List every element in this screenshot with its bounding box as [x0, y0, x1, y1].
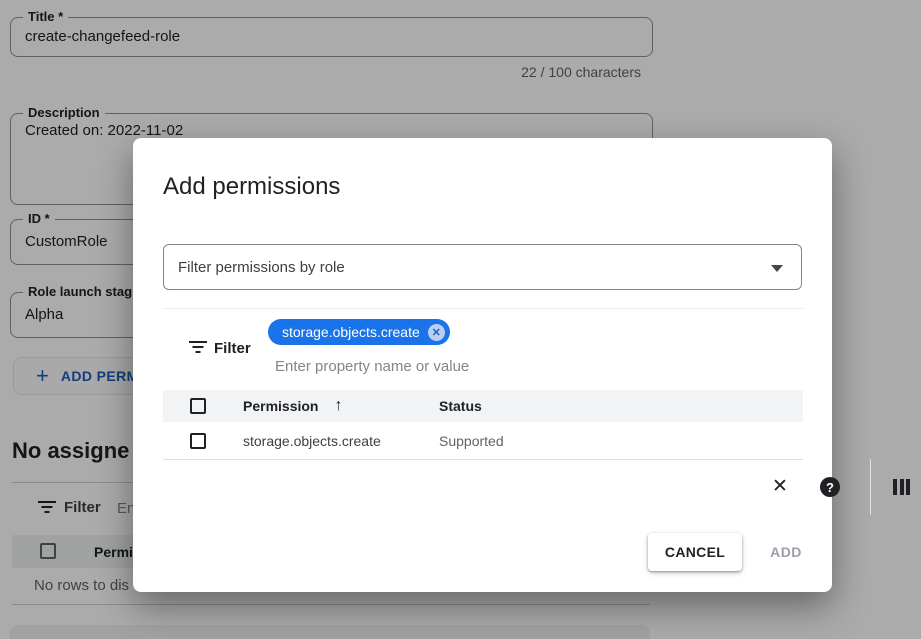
role-select-value: Filter permissions by role — [178, 259, 345, 276]
modal-filter-label: Filter — [214, 340, 251, 357]
row-checkbox[interactable] — [190, 433, 206, 449]
chevron-down-icon — [771, 265, 783, 272]
dialog-title: Add permissions — [163, 173, 340, 201]
cancel-button[interactable]: CANCEL — [648, 533, 742, 571]
chip-remove-icon[interactable]: ✕ — [428, 324, 445, 341]
filter-chip-label: storage.objects.create — [282, 324, 420, 340]
clear-filters-icon[interactable]: ✕ — [769, 475, 791, 497]
column-display-options-icon[interactable] — [893, 479, 910, 495]
permission-column-label: Permission — [243, 398, 318, 414]
divider — [870, 459, 871, 515]
permissions-table-header: Permission ↑ Status — [163, 390, 803, 422]
add-button[interactable]: ADD — [751, 533, 821, 571]
permission-column-header[interactable]: Permission ↑ — [243, 397, 439, 415]
table-row[interactable]: storage.objects.create Supported — [163, 422, 803, 460]
modal-filter-input[interactable]: Enter property name or value — [275, 358, 469, 375]
filter-icon — [189, 341, 207, 355]
filter-permissions-by-role-select[interactable]: Filter permissions by role — [163, 244, 802, 290]
filter-chip[interactable]: storage.objects.create ✕ — [268, 319, 450, 345]
page: Title * create-changefeed-role 22 / 100 … — [0, 0, 921, 639]
row-status: Supported — [439, 433, 803, 449]
help-icon[interactable]: ? — [820, 477, 840, 497]
add-permissions-dialog: Add permissions Filter permissions by ro… — [133, 138, 832, 592]
select-all-checkbox[interactable] — [190, 398, 206, 414]
divider — [163, 308, 803, 309]
status-column-header[interactable]: Status — [439, 398, 803, 414]
row-permission: storage.objects.create — [243, 433, 439, 449]
sort-ascending-icon: ↑ — [334, 397, 342, 415]
